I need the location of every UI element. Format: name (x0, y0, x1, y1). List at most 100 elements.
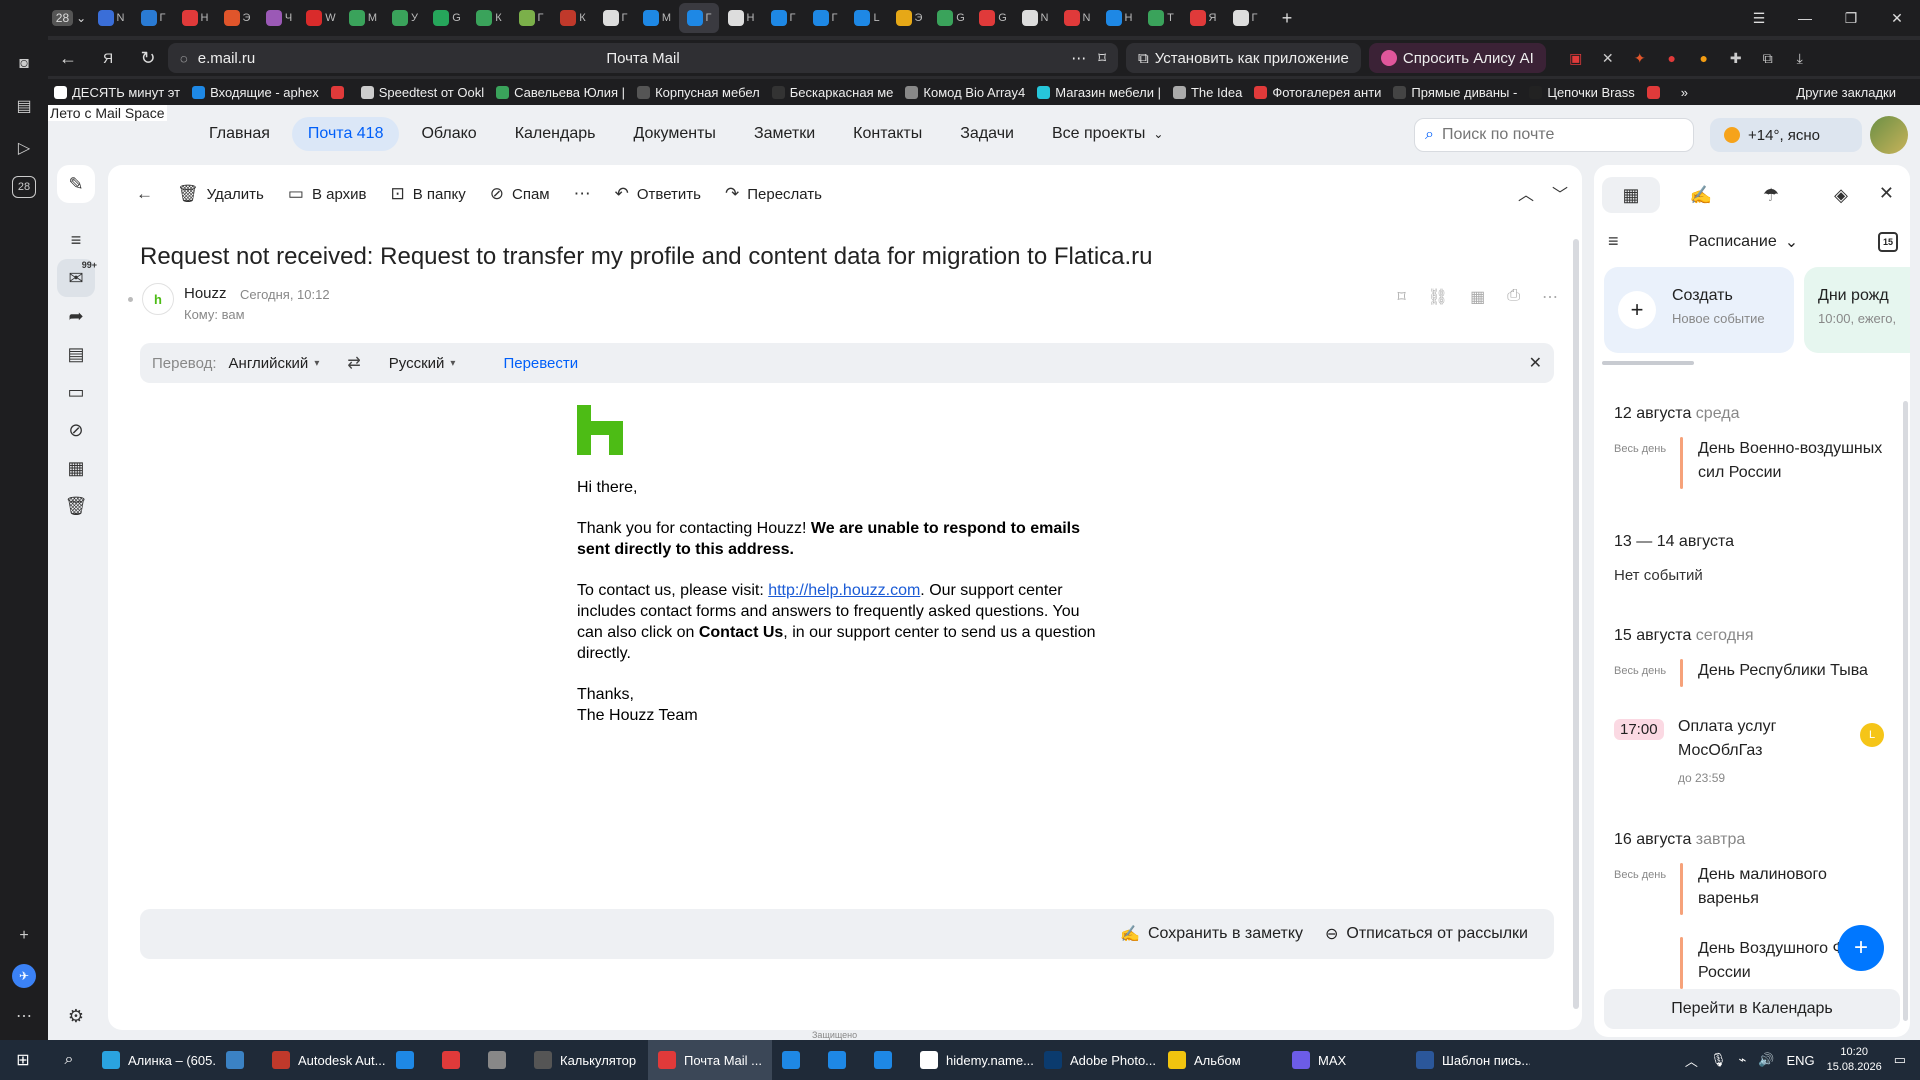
downloads-icon[interactable]: ⧉ (1752, 43, 1784, 73)
browser-tab[interactable]: Э (217, 3, 257, 33)
browser-tab[interactable]: Г (511, 3, 551, 33)
menu-icon[interactable]: ☰ (1736, 0, 1782, 36)
taskbar-app[interactable]: MAX (1282, 1040, 1406, 1080)
tab-notes[interactable]: ✍ (1672, 177, 1730, 213)
browser-tab[interactable]: N (1015, 3, 1055, 33)
create-event-card[interactable]: + Создать Новое событие (1604, 267, 1794, 353)
spam-button[interactable]: ⊘ Спам (478, 176, 562, 212)
nav-item[interactable]: Заметки (738, 117, 831, 151)
archive-icon[interactable]: ▭ (57, 373, 95, 411)
event-item[interactable]: Весь день День Военно-воздушных сил Росс… (1614, 437, 1894, 491)
windows-start-icon[interactable]: ⊞ (0, 1040, 46, 1080)
browser-tab[interactable]: Ч (259, 3, 299, 33)
close-icon[interactable]: ✕ (1879, 183, 1894, 204)
link-icon[interactable]: ⛓ (1428, 287, 1448, 307)
browser-tab[interactable]: Я (1183, 3, 1223, 33)
nav-item[interactable]: Календарь (499, 117, 612, 151)
browser-tab[interactable]: G (427, 3, 467, 33)
install-app-button[interactable]: ⧉ Установить как приложение (1126, 43, 1361, 73)
cards-scrollbar[interactable] (1602, 361, 1694, 365)
translate-button[interactable]: Перевести (503, 355, 578, 372)
browser-tab[interactable]: К (469, 3, 509, 33)
messenger-icon[interactable]: ✈ (12, 964, 36, 988)
chevron-right-icon[interactable]: » (1671, 85, 1698, 100)
browser-tab[interactable]: У (385, 3, 425, 33)
source-language-select[interactable]: Английский ▾ (229, 355, 320, 372)
browser-tab[interactable]: G (973, 3, 1013, 33)
event-item[interactable]: Весь день День малинового варенья (1614, 863, 1894, 917)
player-icon[interactable]: ▷ (10, 134, 38, 162)
tab-premium[interactable]: ◈ (1812, 177, 1870, 213)
menu-icon[interactable]: ≡ (57, 221, 95, 259)
prev-letter-icon[interactable]: ︿ (1518, 181, 1534, 205)
next-letter-icon[interactable]: ﹀ (1552, 181, 1568, 205)
bookmark-item[interactable]: Комод Bio Array4 (899, 85, 1031, 100)
bookmark-item[interactable] (325, 85, 355, 100)
delete-button[interactable]: 🗑 Удалить (165, 176, 276, 212)
clock[interactable]: 10:20 15.08.2026 (1827, 1045, 1882, 1075)
bookmark-item[interactable]: Прямые диваны - (1387, 85, 1523, 100)
archive-button[interactable]: ▭ В архив (276, 176, 379, 212)
close-button[interactable]: ✕ (1874, 0, 1920, 36)
promo-banner[interactable]: Лето с Mail Space (48, 105, 167, 121)
nav-item[interactable]: Контакты (837, 117, 938, 151)
event-item[interactable]: 17:00 Оплата услуг МосОблГаз до 23:59 L (1614, 715, 1894, 787)
bookmark-icon[interactable]: ⌑ (1398, 287, 1406, 307)
tab-weather[interactable]: ☂ (1742, 177, 1800, 213)
print-icon[interactable]: ⎙ (1507, 287, 1520, 307)
more-icon[interactable]: ⋯ (1542, 287, 1558, 307)
taskbar-app[interactable] (432, 1040, 478, 1080)
nav-item[interactable]: Главная (193, 117, 286, 151)
tab-calendar[interactable]: ▦ (1602, 177, 1660, 213)
sender-avatar[interactable]: h (142, 283, 174, 315)
calendar-icon[interactable]: 28 (12, 176, 36, 198)
tab-counter[interactable]: 28 ⌄ (49, 3, 89, 33)
ask-alice-button[interactable]: Спросить Алису AI (1368, 43, 1546, 73)
nav-item[interactable]: Задачи (944, 117, 1030, 151)
taskbar-app[interactable]: Adobe Photo... (1034, 1040, 1158, 1080)
taskbar-app[interactable]: Autodesk Aut... (262, 1040, 386, 1080)
bookmark-item[interactable]: The Idea (1167, 85, 1248, 100)
extension-icon[interactable]: ▣ (1560, 43, 1592, 73)
settings-icon[interactable]: ⚙ (57, 997, 95, 1035)
bookmark-item[interactable] (1641, 85, 1671, 100)
browser-tab[interactable]: К (553, 3, 593, 33)
browser-tab[interactable]: Н (1099, 3, 1139, 33)
scrollbar[interactable] (1573, 239, 1579, 1009)
bookmark-icon[interactable]: ⌑ (1098, 49, 1106, 67)
taskbar-app[interactable]: Альбом (1158, 1040, 1282, 1080)
newsletters-icon[interactable]: ▦ (57, 449, 95, 487)
browser-tab[interactable]: N (1057, 3, 1097, 33)
downloads-icon[interactable]: ⤓ (1784, 43, 1816, 73)
microphone-icon[interactable]: 🎙 (1710, 1052, 1727, 1068)
reload-button[interactable]: ↻ (128, 40, 168, 76)
add-event-button[interactable]: + (1838, 925, 1884, 971)
browser-tab[interactable]: Э (889, 3, 929, 33)
unread-dot[interactable] (128, 297, 133, 302)
open-calendar-button[interactable]: Перейти в Календарь (1604, 989, 1900, 1029)
camera-icon[interactable]: ◙ (10, 50, 38, 78)
bookmark-item[interactable]: Бескаркасная ме (766, 85, 900, 100)
browser-tab[interactable]: Г (133, 3, 173, 33)
calendar-icon[interactable]: ▦ (1470, 287, 1485, 307)
search-input[interactable] (1441, 126, 1683, 144)
today-icon[interactable]: 15 (1878, 231, 1898, 252)
reply-button[interactable]: ↶ Ответить (603, 176, 713, 212)
browser-tab[interactable]: N (91, 3, 131, 33)
swap-languages-icon[interactable]: ⇄ (347, 353, 360, 373)
browser-tab[interactable]: Н (175, 3, 215, 33)
browser-tab[interactable]: L (847, 3, 887, 33)
volume-icon[interactable]: 🔊 (1758, 1052, 1774, 1068)
browser-tab[interactable]: G (931, 3, 971, 33)
taskbar-app[interactable]: Калькулятор (524, 1040, 648, 1080)
browser-tab[interactable]: Г (763, 3, 803, 33)
restore-button[interactable]: ❐ (1828, 0, 1874, 36)
forward-button[interactable]: ↷ Переслать (713, 176, 834, 212)
close-icon[interactable]: ✕ (1529, 353, 1542, 373)
view-select[interactable]: Расписание ⌄ (1689, 232, 1799, 252)
bookmark-item[interactable]: Цепочки Brass (1523, 85, 1640, 100)
chevron-up-icon[interactable]: ︿ (1685, 1051, 1698, 1070)
site-info-icon[interactable]: ◌ (180, 51, 188, 66)
add-panel-icon[interactable]: + (10, 922, 38, 950)
browser-tab[interactable]: Т (1141, 3, 1181, 33)
